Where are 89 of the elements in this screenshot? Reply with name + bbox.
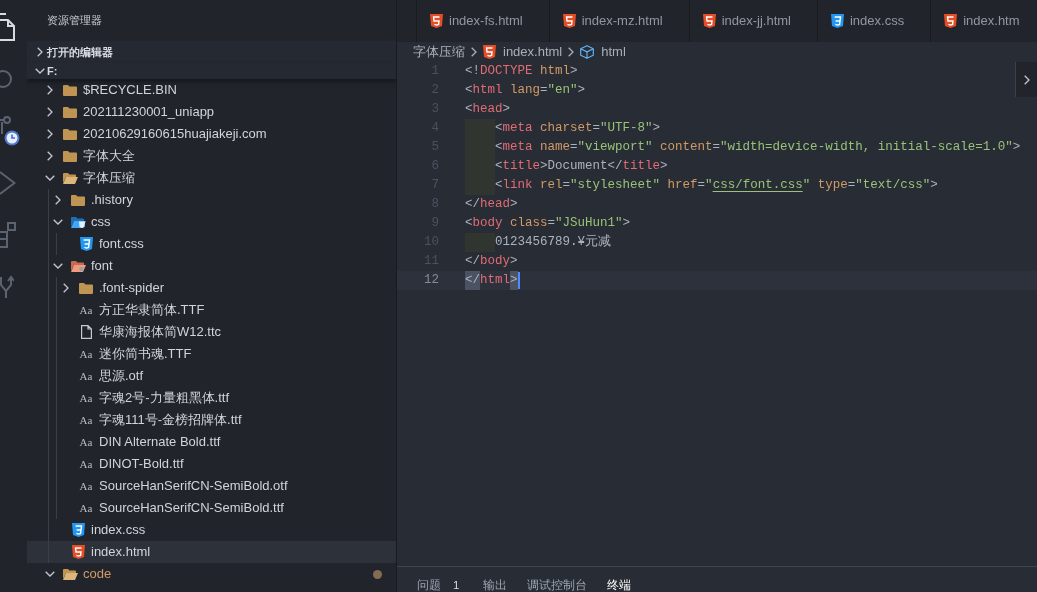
section-header[interactable]: 打开的编辑器 [27,41,396,63]
sidebar-title: 资源管理器 [47,13,102,29]
folder-icon [79,282,93,294]
folder-icon [71,194,85,206]
font-file-icon: Aa [79,502,93,514]
breadcrumb-item[interactable]: html [580,42,626,62]
font-file-icon: Aa [79,458,93,470]
code-line: <link rel="stylesheet" href="css/font.css" type="text/css"> [465,176,938,195]
font-file-icon: Aa [79,436,93,448]
html-file-icon [71,545,85,559]
editor-tab[interactable]: index.htm [930,0,1020,42]
code-line: <meta charset="UTF-8"> [465,119,661,138]
file-item[interactable]: Aa SourceHanSerifCN-SemiBold.ttf [27,497,396,519]
font-file-icon: Aa [79,392,93,404]
file-item[interactable]: Aa DIN Alternate Bold.ttf [27,431,396,453]
folder-item[interactable]: 20210629160615huajiakeji.com [27,123,396,145]
panel-tab[interactable]: 输出 [473,578,518,592]
panel-tab[interactable]: 问题 [407,578,451,592]
code-line: <head> [465,101,511,118]
chevron-right-icon [1023,74,1030,85]
play-icon[interactable] [0,170,16,196]
css-file-icon [79,237,93,251]
code-line: </body> [465,253,518,270]
files-icon[interactable] [0,13,15,41]
font-file-icon: Aa [79,414,93,426]
file-item[interactable]: Aa 字魂2号-力量粗黑体.ttf [27,387,396,409]
file-item[interactable]: index.css [27,519,396,541]
css-file-icon [71,523,85,537]
line-number: 12 [423,272,439,289]
font-file-icon: Aa [79,348,93,360]
fork-icon[interactable] [0,275,14,299]
folder-item[interactable]: code [27,563,396,585]
font-folder-icon [70,260,86,272]
problem-count: 1 [453,578,460,592]
file-icon [80,325,92,339]
breadcrumb-item[interactable]: 字体压缩 [413,42,465,62]
css-folder-icon [70,216,86,228]
chevron-right-icon [471,47,477,57]
folder-icon [63,84,77,96]
panel-tab[interactable]: 调试控制台 [517,578,598,592]
file-item[interactable]: Aa 字魂111号-金榜招牌体.ttf [27,409,396,431]
minimap-toggle-button[interactable] [1015,62,1037,97]
file-item[interactable]: Aa DINOT-Bold.ttf [27,453,396,475]
code-line: </head> [465,196,518,213]
file-item[interactable]: Aa 思源.otf [27,365,396,387]
folder-item[interactable]: .history [27,189,396,211]
folder-icon [63,150,77,162]
folder-item[interactable]: 202111230001_uniapp [27,101,396,123]
section-header[interactable]: F: [27,63,396,79]
panel-tab[interactable]: 终端 [597,578,642,592]
html-file-icon [430,14,443,28]
code-line: 0123456789.¥元减 [465,233,611,252]
code-line: <title>Document</title> [465,157,668,176]
chevron-right-icon [568,47,575,57]
code-line: <body class="JSuHun1"> [465,215,631,232]
folder-item[interactable]: css [27,211,396,233]
file-item[interactable]: font.css [27,233,396,255]
html-file-icon [562,14,576,28]
file-item[interactable]: 华康海报体简W12.ttc [27,321,396,343]
open-folder-icon [62,568,78,580]
css-file-icon [831,14,844,28]
text-cursor [517,272,520,289]
file-item[interactable]: Aa 方正华隶简体.TTF [27,299,396,321]
breadcrumb-item[interactable]: index.html [483,42,563,62]
folder-item[interactable]: $RECYCLE.BIN [27,79,396,101]
font-file-icon: Aa [79,370,93,382]
code-line: <meta name="viewport" content="width=device-width, initial-scale=1.0"> [465,138,1021,157]
branch-clock-icon[interactable] [0,116,20,146]
file-item[interactable]: Aa SourceHanSerifCN-SemiBold.otf [27,475,396,497]
font-file-icon: Aa [79,480,93,492]
folder-item[interactable]: 字体压缩 [27,167,396,189]
blocks-icon[interactable] [0,222,16,248]
code-line: </html> [465,271,518,290]
html-file-icon [944,14,958,28]
file-item[interactable]: Aa 迷你简书魂.TTF [27,343,396,365]
html-file-icon [702,14,716,28]
folder-item[interactable]: font [27,255,396,277]
code-line: <!DOCTYPE html> [465,63,578,80]
open-folder-icon [62,172,78,184]
html-file-icon [483,45,496,59]
file-item[interactable]: index.html [27,541,396,563]
search-icon[interactable] [0,69,13,89]
folder-icon [63,106,77,118]
folder-item[interactable]: .font-spider [27,277,396,299]
cube-icon [580,45,595,59]
folder-icon [63,128,77,140]
folder-item[interactable]: 字体大全 [27,145,396,167]
font-file-icon: Aa [79,304,93,316]
code-line: <html lang="en"> [465,82,586,99]
